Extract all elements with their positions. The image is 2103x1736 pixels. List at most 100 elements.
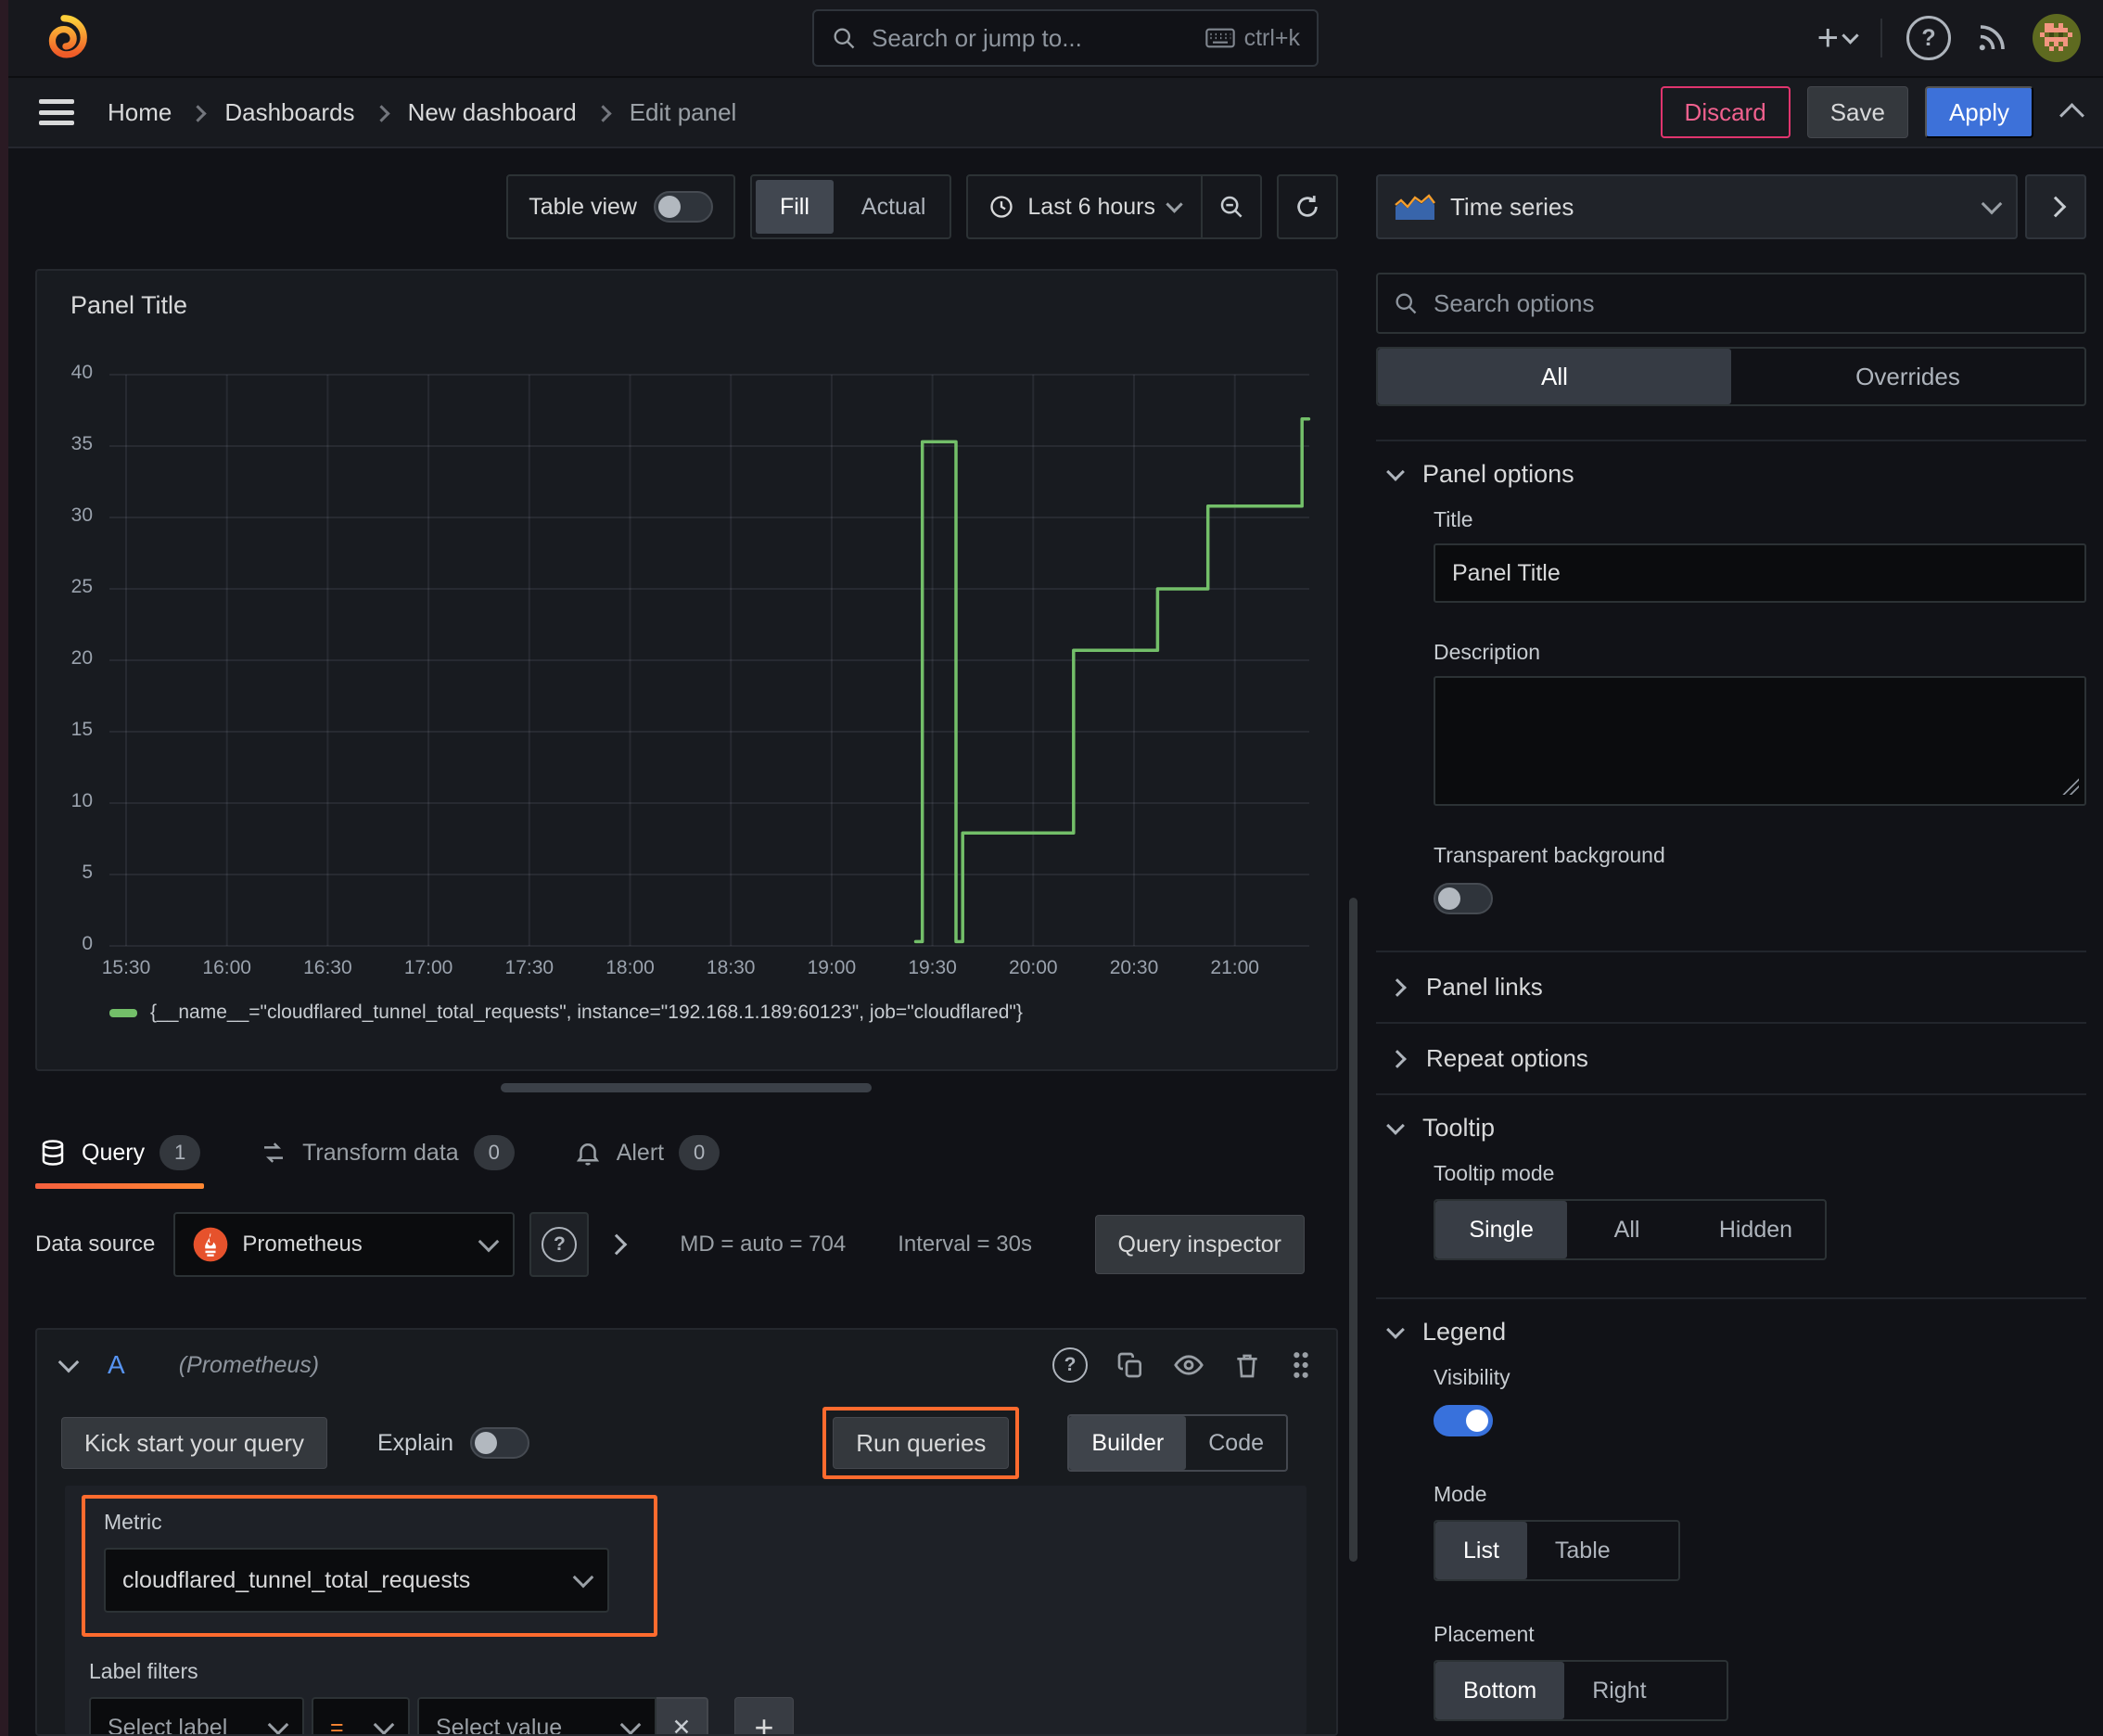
zoom-out-button[interactable]	[1203, 176, 1260, 237]
repeat-options-section[interactable]: Repeat options	[1376, 1024, 2086, 1093]
breadcrumb-edit-panel: Edit panel	[629, 97, 737, 126]
y-tick-label: 25	[70, 576, 93, 597]
builder-code-switch: Builder Code	[1067, 1414, 1288, 1472]
label-filters-label: Label filters	[89, 1659, 198, 1683]
breadcrumb-home[interactable]: Home	[108, 98, 172, 127]
time-range-label: Last 6 hours	[1027, 193, 1155, 220]
select-label-dropdown[interactable]: Select label	[89, 1697, 304, 1734]
breadcrumb-dashboards[interactable]: Dashboards	[224, 98, 354, 127]
placement-right-option[interactable]: Right	[1564, 1662, 1674, 1719]
code-option[interactable]: Code	[1186, 1416, 1286, 1470]
collapse-options-icon[interactable]	[2059, 102, 2084, 128]
query-editor-card: A (Prometheus) ? Kick start your query E…	[35, 1328, 1338, 1736]
actual-option[interactable]: Actual	[837, 176, 950, 237]
metric-label: Metric	[104, 1510, 162, 1534]
tooltip-single-option[interactable]: Single	[1435, 1201, 1568, 1258]
query-ref-id: A	[108, 1350, 125, 1379]
transparent-background-toggle[interactable]	[1434, 883, 1493, 914]
divider	[1880, 19, 1882, 57]
grafana-logo-icon[interactable]	[37, 11, 91, 65]
apply-button[interactable]: Apply	[1924, 86, 2033, 138]
operator-dropdown[interactable]: =	[312, 1697, 410, 1734]
news-rss-icon[interactable]	[1975, 21, 2008, 55]
legend-placement-label: Placement	[1434, 1622, 1535, 1646]
datasource-help-button[interactable]: ?	[529, 1212, 590, 1277]
collapse-sidebar-button[interactable]	[2025, 174, 2086, 239]
chevron-down-icon	[572, 1566, 594, 1589]
save-button[interactable]: Save	[1806, 86, 1908, 138]
tooltip-all-option[interactable]: All	[1567, 1201, 1687, 1258]
hide-response-eye-icon[interactable]	[1173, 1349, 1204, 1381]
refresh-button[interactable]	[1279, 176, 1336, 237]
scrollbar[interactable]	[1349, 898, 1357, 1562]
bell-icon	[574, 1139, 602, 1167]
tooltip-hidden-option[interactable]: Hidden	[1687, 1201, 1825, 1258]
y-tick-label: 10	[70, 790, 93, 811]
add-menu-button[interactable]: +	[1817, 18, 1859, 59]
table-view-control: Table view	[506, 174, 735, 239]
query-options-expand-icon[interactable]	[606, 1233, 628, 1256]
delete-query-trash-icon[interactable]	[1232, 1350, 1262, 1380]
breadcrumb-new-dashboard[interactable]: New dashboard	[408, 98, 577, 127]
chevron-down-icon	[267, 1714, 289, 1734]
menu-toggle-icon[interactable]	[39, 99, 74, 125]
plus-icon: +	[754, 1708, 774, 1736]
legend[interactable]: {__name__="cloudflared_tunnel_total_requ…	[109, 1002, 1023, 1024]
legend-placement-switch: Bottom Right	[1434, 1660, 1728, 1721]
interval-info: Interval = 30s	[898, 1232, 1032, 1257]
chevron-right-icon	[189, 104, 208, 122]
legend-visibility-toggle[interactable]	[1434, 1405, 1493, 1436]
fill-option[interactable]: Fill	[755, 180, 834, 234]
metric-select[interactable]: cloudflared_tunnel_total_requests	[104, 1548, 609, 1613]
query-row-header[interactable]: A (Prometheus) ?	[37, 1330, 1336, 1400]
explain-toggle[interactable]	[469, 1427, 529, 1459]
topbar-right-actions: + ?	[1817, 0, 2081, 76]
options-search[interactable]	[1376, 273, 2086, 334]
pane-resize-handle[interactable]	[501, 1083, 872, 1092]
tooltip-section[interactable]: Tooltip	[1376, 1095, 2086, 1161]
select-value-dropdown[interactable]: Select value	[417, 1697, 656, 1734]
query-inspector-button[interactable]: Query inspector	[1094, 1215, 1305, 1274]
options-search-input[interactable]	[1432, 287, 2070, 319]
run-queries-button[interactable]: Run queries	[833, 1417, 1010, 1469]
mode-list-option[interactable]: List	[1435, 1522, 1527, 1579]
user-avatar[interactable]	[2033, 14, 2081, 62]
x-tick-label: 15:30	[101, 957, 151, 978]
discard-button[interactable]: Discard	[1660, 86, 1791, 138]
alert-count-badge: 0	[679, 1135, 720, 1170]
global-search[interactable]: ctrl+k	[812, 9, 1319, 67]
explain-control: Explain	[377, 1427, 529, 1459]
tab-alert[interactable]: Alert 0	[570, 1118, 723, 1187]
mode-table-option[interactable]: Table	[1527, 1522, 1638, 1579]
legend-series-label[interactable]: {__name__="cloudflared_tunnel_total_requ…	[150, 1002, 1023, 1024]
duplicate-query-icon[interactable]	[1115, 1350, 1145, 1380]
datasource-select[interactable]: Prometheus	[173, 1212, 516, 1277]
legend-section[interactable]: Legend	[1376, 1299, 2086, 1365]
placement-bottom-option[interactable]: Bottom	[1435, 1662, 1565, 1719]
query-help-icon[interactable]: ?	[1052, 1347, 1088, 1383]
close-icon: ✕	[671, 1715, 692, 1736]
time-range-picker[interactable]: Last 6 hours	[968, 194, 1201, 221]
help-button[interactable]: ?	[1906, 16, 1951, 60]
datasource-label: Data source	[35, 1232, 156, 1257]
panel-title-input[interactable]	[1434, 543, 2086, 603]
description-textarea[interactable]	[1434, 676, 2086, 806]
table-view-toggle[interactable]	[653, 191, 713, 223]
drag-handle-icon[interactable]	[1290, 1349, 1312, 1381]
panel-links-section[interactable]: Panel links	[1376, 952, 2086, 1022]
visualization-picker[interactable]: Time series	[1376, 174, 2018, 239]
remove-filter-button[interactable]: ✕	[656, 1697, 708, 1736]
global-search-input[interactable]	[870, 22, 1192, 54]
add-filter-button[interactable]: +	[734, 1697, 794, 1736]
tab-transform[interactable]: Transform data 0	[256, 1118, 518, 1187]
kick-start-button[interactable]: Kick start your query	[61, 1417, 327, 1469]
panel-options-section[interactable]: Panel options	[1376, 441, 2086, 507]
tab-overrides[interactable]: Overrides	[1731, 349, 2084, 404]
chart-canvas[interactable]	[37, 271, 1340, 1073]
builder-option[interactable]: Builder	[1069, 1416, 1187, 1470]
x-tick-label: 19:30	[908, 957, 957, 978]
tab-query[interactable]: Query 1	[35, 1118, 205, 1189]
collapse-query-icon[interactable]	[57, 1351, 80, 1373]
tab-all[interactable]: All	[1378, 349, 1731, 404]
timeseries-chart-icon	[1395, 193, 1435, 221]
